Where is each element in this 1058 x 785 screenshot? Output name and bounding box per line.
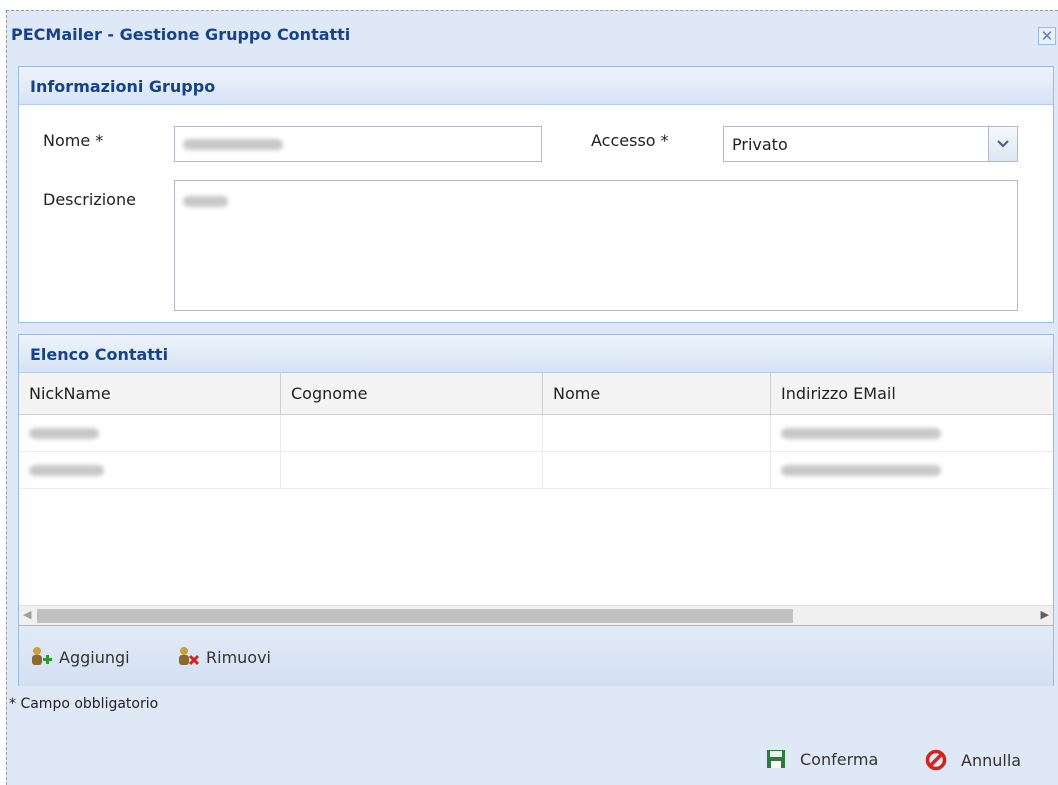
cell-nome bbox=[543, 452, 771, 488]
confirm-button[interactable]: Conferma bbox=[766, 749, 878, 769]
add-contact-label: Aggiungi bbox=[59, 647, 130, 667]
column-header-nickname[interactable]: NickName bbox=[19, 373, 281, 414]
save-icon bbox=[767, 750, 785, 768]
redacted-email bbox=[781, 464, 941, 476]
cell-email bbox=[771, 452, 1053, 488]
chevron-down-icon[interactable] bbox=[988, 127, 1017, 161]
contacts-header: Elenco Contatti bbox=[19, 335, 1053, 373]
cell-cognome bbox=[281, 452, 543, 488]
table-row[interactable] bbox=[19, 415, 1053, 452]
redacted-nickname bbox=[29, 464, 104, 476]
scrollbar-thumb[interactable] bbox=[37, 609, 793, 623]
add-contact-button[interactable]: Aggiungi bbox=[29, 646, 130, 668]
add-user-icon bbox=[32, 647, 52, 665]
group-info-panel: Informazioni Gruppo Nome * Accesso * Pri… bbox=[18, 66, 1054, 323]
cell-nickname bbox=[19, 415, 281, 451]
table-row[interactable] bbox=[19, 452, 1053, 489]
access-selected-value: Privato bbox=[732, 134, 788, 154]
access-select[interactable]: Privato bbox=[723, 126, 1018, 162]
access-label: Accesso * bbox=[591, 131, 669, 150]
cell-email bbox=[771, 415, 1053, 451]
description-textarea[interactable] bbox=[174, 180, 1018, 311]
dialog-window: PECMailer - Gestione Gruppo Contatti ✕ I… bbox=[6, 10, 1058, 785]
window-title: PECMailer - Gestione Gruppo Contatti bbox=[11, 25, 351, 44]
title-bar[interactable]: PECMailer - Gestione Gruppo Contatti ✕ bbox=[7, 11, 1058, 57]
required-field-note: * Campo obbligatorio bbox=[9, 696, 159, 712]
cell-nome bbox=[543, 415, 771, 451]
remove-contact-button[interactable]: Rimuovi bbox=[176, 646, 271, 668]
cancel-label: Annulla bbox=[961, 750, 1022, 770]
cancel-icon bbox=[925, 749, 947, 771]
description-label: Descrizione bbox=[43, 190, 136, 209]
remove-contact-label: Rimuovi bbox=[206, 647, 271, 667]
redacted-email bbox=[781, 427, 941, 439]
column-header-email[interactable]: Indirizzo EMail bbox=[771, 373, 1053, 414]
column-header-nome[interactable]: Nome bbox=[543, 373, 771, 414]
group-info-header: Informazioni Gruppo bbox=[19, 67, 1053, 105]
redacted-name-value bbox=[183, 138, 283, 150]
contacts-panel: Elenco Contatti NickName Cognome Nome In… bbox=[18, 334, 1054, 686]
name-field[interactable] bbox=[174, 126, 542, 162]
name-label: Nome * bbox=[43, 131, 104, 150]
contacts-toolbar: Aggiungi Rimuovi bbox=[19, 625, 1053, 686]
cancel-button[interactable]: Annulla bbox=[925, 749, 1021, 771]
close-icon[interactable]: ✕ bbox=[1038, 27, 1056, 45]
scroll-right-icon[interactable]: ▶ bbox=[1041, 608, 1049, 621]
contacts-grid-header: NickName Cognome Nome Indirizzo EMail bbox=[19, 373, 1053, 415]
cell-nickname bbox=[19, 452, 281, 488]
column-header-cognome[interactable]: Cognome bbox=[281, 373, 543, 414]
redacted-nickname bbox=[29, 427, 99, 439]
remove-user-icon bbox=[179, 647, 200, 666]
confirm-label: Conferma bbox=[800, 749, 879, 769]
horizontal-scrollbar[interactable]: ◀ ▶ bbox=[19, 605, 1053, 626]
cell-cognome bbox=[281, 415, 543, 451]
redacted-description-value bbox=[183, 196, 228, 207]
scroll-left-icon[interactable]: ◀ bbox=[23, 608, 31, 621]
